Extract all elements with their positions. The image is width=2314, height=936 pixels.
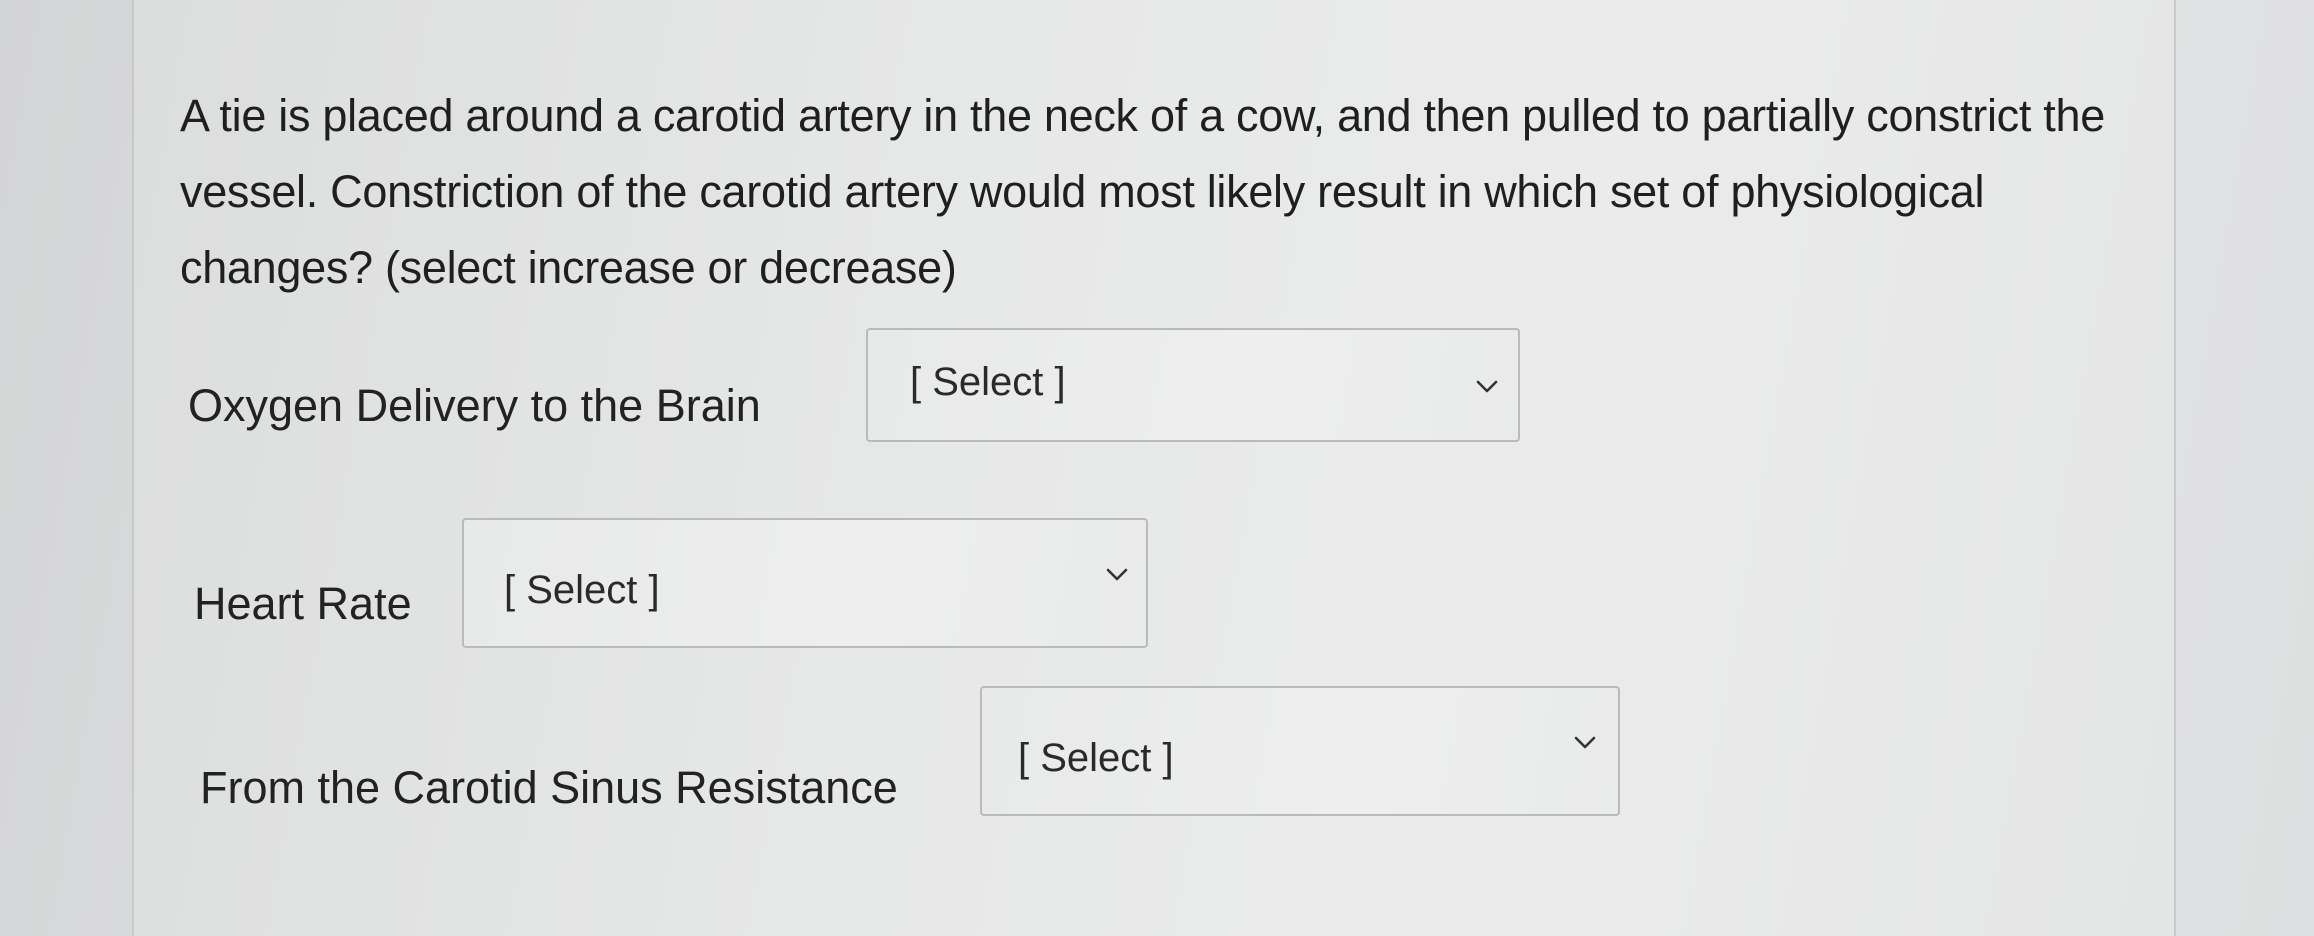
- chevron-down-icon: [1474, 374, 1500, 400]
- screen-background: A tie is placed around a carotid artery …: [0, 0, 2314, 936]
- chevron-down-icon: [1104, 562, 1130, 588]
- oxygen-delivery-label: Oxygen Delivery to the Brain: [188, 380, 761, 431]
- heart-rate-select[interactable]: [ Select ]: [462, 518, 1148, 648]
- carotid-sinus-resistance-label: From the Carotid Sinus Resistance: [200, 762, 898, 813]
- carotid-sinus-resistance-select-value: [ Select ]: [1018, 736, 1174, 780]
- heart-rate-select-value: [ Select ]: [504, 568, 660, 612]
- carotid-sinus-resistance-select[interactable]: [ Select ]: [980, 686, 1620, 816]
- oxygen-delivery-select-value: [ Select ]: [910, 360, 1066, 404]
- chevron-down-icon: [1572, 730, 1598, 756]
- question-text: A tie is placed around a carotid artery …: [180, 90, 2105, 293]
- oxygen-delivery-select[interactable]: [ Select ]: [866, 328, 1520, 442]
- heart-rate-label: Heart Rate: [194, 578, 412, 629]
